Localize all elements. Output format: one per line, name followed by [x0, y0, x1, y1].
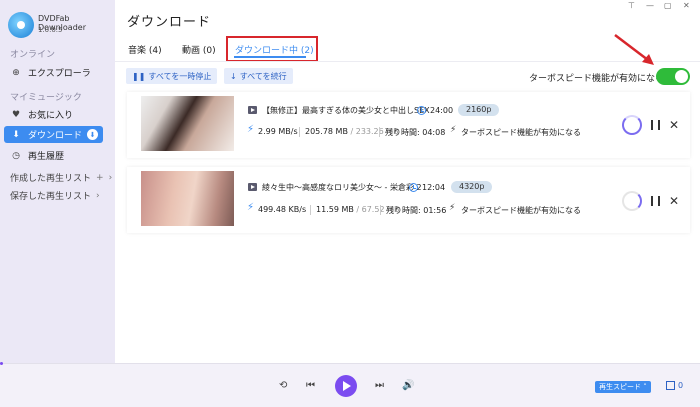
add-icon[interactable]: + — [96, 173, 104, 183]
time-remaining: 残り時間: 01:56 — [386, 206, 447, 215]
resume-all-button[interactable]: ↓ すべてを続行 — [224, 68, 293, 84]
player-bar: ⟲ ⏮ ⏭ 🔊 再生スピード ˄ 0 — [0, 362, 700, 407]
time-remaining: 残り時間: 04:08 — [385, 128, 446, 137]
turbo-icon: ⚡ — [450, 125, 457, 135]
video-duration: 24:00 — [430, 106, 454, 115]
divider — [299, 127, 300, 137]
sidebar-item-label: エクスプローラ — [28, 69, 91, 79]
turbo-icon: ⚡ — [449, 203, 456, 213]
progress-spinner — [622, 115, 642, 135]
sidebar-item-label: お気に入り — [28, 111, 74, 121]
next-icon[interactable]: ⏭ — [375, 380, 384, 391]
download-badge-icon: ⬇ — [87, 129, 99, 140]
volume-icon[interactable]: 🔊 — [402, 380, 414, 391]
minimize-icon[interactable]: — — [646, 1, 654, 10]
video-thumbnail — [141, 171, 234, 226]
sidebar-item-favorites[interactable]: ♥ お気に入り — [4, 106, 103, 123]
tab-video[interactable]: 動画 (0) — [182, 43, 216, 56]
section-my-music-label: マイミュージック — [10, 93, 82, 103]
annotation-highlight-box — [226, 36, 318, 62]
sidebar-item-download[interactable]: ⬇ ダウンロード ⬇ — [4, 126, 103, 143]
video-thumbnail — [141, 96, 234, 151]
remaining-value: 01:56 — [423, 206, 447, 215]
queue-icon — [666, 381, 675, 390]
play-button[interactable] — [335, 375, 357, 397]
globe-icon: ⊕ — [12, 67, 20, 78]
sidebar-item-history[interactable]: ◷ 再生履歴 — [4, 147, 103, 164]
sidebar: DVDFab Downloader 1.0.0.5 オンライン ⊕ エクスプロー… — [0, 0, 115, 363]
sidebar-item-saved-playlists[interactable]: 保存した再生リスト › — [10, 189, 100, 203]
tab-music[interactable]: 音楽 (4) — [128, 43, 162, 56]
video-icon — [248, 183, 257, 191]
divider — [379, 127, 380, 137]
sidebar-item-explorer[interactable]: ⊕ エクスプローラ — [4, 64, 103, 81]
sidebar-item-label: 再生履歴 — [28, 152, 65, 162]
sidebar-item-label: 作成した再生リスト — [10, 174, 92, 184]
queue-count: 0 — [678, 381, 684, 390]
previous-icon[interactable]: ⏮ — [306, 380, 315, 391]
speed-icon: ⚡ — [247, 124, 255, 135]
divider — [310, 205, 311, 215]
clock-icon — [417, 106, 426, 115]
turbo-speed-label: ターボスピード機能が有効になる — [529, 74, 665, 84]
speed-icon: ⚡ — [247, 202, 255, 213]
clock-icon — [409, 183, 418, 192]
turbo-note: ターボスピード機能が有効になる — [461, 206, 581, 215]
download-icon: ⬇ — [12, 129, 20, 140]
arrow-down-icon: ↓ — [230, 71, 237, 81]
pin-icon[interactable]: ⊤ — [628, 1, 635, 10]
maximize-icon[interactable]: ▢ — [664, 1, 672, 10]
sidebar-item-created-playlists[interactable]: 作成した再生リスト + › — [10, 171, 113, 185]
remaining-label: 残り時間 — [386, 206, 418, 215]
annotation-arrow-icon — [614, 34, 654, 65]
playback-speed-label: 再生スピード — [599, 383, 641, 391]
video-icon — [248, 106, 257, 114]
video-title: 【無修正】最高すぎる体の美少女と中出しSEX — [262, 106, 430, 115]
app-version: 1.0.0.5 — [38, 26, 63, 34]
resolution-badge: 4320p — [451, 181, 493, 193]
pause-button[interactable] — [651, 120, 660, 130]
chevron-right-icon: › — [108, 172, 113, 183]
clock-icon: ◷ — [12, 150, 20, 161]
sidebar-item-label: 保存した再生リスト — [10, 192, 92, 202]
queue-button[interactable]: 0 — [666, 381, 683, 390]
chevron-right-icon: › — [96, 190, 100, 201]
remaining-label: 残り時間 — [385, 128, 417, 137]
resolution-badge: 2160p — [458, 104, 500, 116]
remaining-value: 04:08 — [422, 128, 446, 137]
video-title: 綾々生中～高感度なロリ美少女～ - 栄倉彩 2 — [262, 183, 422, 192]
download-item: 綾々生中～高感度なロリ美少女～ - 栄倉彩 2 12:04 4320p ⚡ 49… — [127, 167, 690, 233]
playback-progress-handle[interactable] — [0, 362, 3, 365]
pause-all-label: すべてを一時停止 — [148, 71, 212, 81]
divider — [380, 205, 381, 215]
page-title: ダウンロード — [127, 15, 212, 30]
downloaded-size: 205.78 MB — [305, 127, 348, 136]
downloaded-size: 11.59 MB — [316, 205, 354, 214]
app-logo-icon — [8, 12, 34, 38]
pause-all-button[interactable]: ❚❚ すべてを一時停止 — [126, 68, 218, 84]
cancel-button[interactable]: ✕ — [669, 195, 679, 207]
heart-icon: ♥ — [11, 109, 21, 120]
close-window-icon[interactable]: ✕ — [683, 1, 690, 10]
sidebar-item-label: ダウンロード — [28, 131, 83, 141]
pause-button[interactable] — [651, 196, 660, 206]
download-speed: 2.99 MB/s — [258, 127, 298, 136]
cancel-button[interactable]: ✕ — [669, 119, 679, 131]
repeat-icon[interactable]: ⟲ — [279, 380, 287, 391]
playback-speed-button[interactable]: 再生スピード ˄ — [595, 381, 651, 393]
pause-icon: ❚❚ — [132, 71, 146, 81]
download-item: 【無修正】最高すぎる体の美少女と中出しSEX 24:00 2160p ⚡ 2.9… — [127, 92, 690, 158]
progress-spinner — [622, 191, 642, 211]
section-online-label: オンライン — [10, 50, 56, 60]
turbo-speed-toggle[interactable] — [656, 68, 690, 85]
video-duration: 12:04 — [422, 183, 446, 192]
download-speed: 499.48 KB/s — [258, 205, 307, 214]
resume-all-label: すべてを続行 — [239, 71, 287, 81]
turbo-note: ターボスピード機能が有効になる — [461, 128, 581, 137]
